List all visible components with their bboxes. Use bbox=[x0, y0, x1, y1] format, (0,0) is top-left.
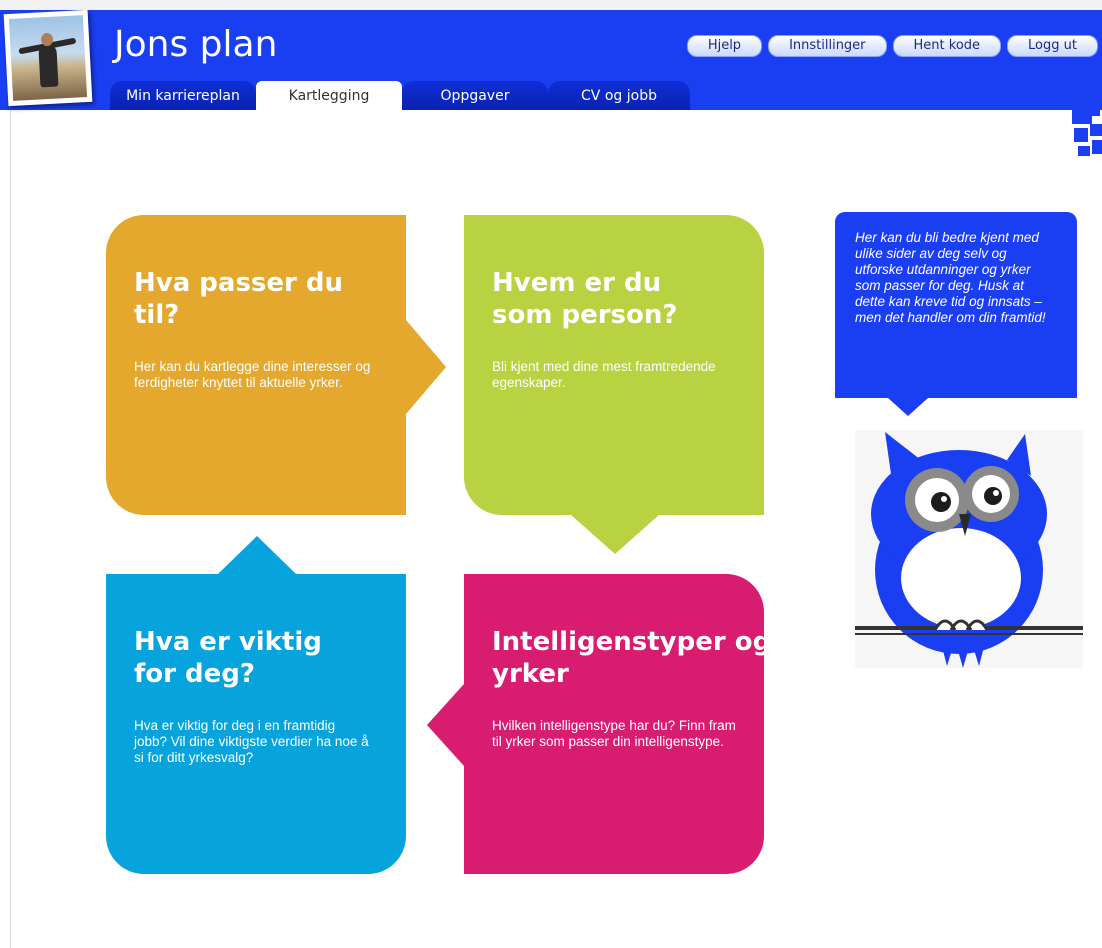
card-hva-er-viktig-for-deg[interactable]: Hva er viktig for deg? Hva er viktig for… bbox=[106, 574, 406, 874]
owl-mascot-icon bbox=[855, 430, 1083, 668]
card-text: Hvilken intelligenstype har du? Finn fra… bbox=[492, 718, 736, 749]
card-hvem-er-du-som-person[interactable]: Hvem er du som person? Bli kjent med din… bbox=[464, 215, 764, 515]
card-intelligenstyper-og-yrker[interactable]: Intelligenstyper og yrker Hvilken intell… bbox=[464, 574, 771, 874]
info-speech-bubble: Her kan du bli bedre kjent med ulike sid… bbox=[835, 212, 1077, 398]
card-title: Intelligenstyper og yrker bbox=[492, 627, 772, 689]
card-text: Bli kjent med dine mest framtredende ege… bbox=[492, 359, 716, 390]
info-text: Her kan du bli bedre kjent med ulike sid… bbox=[855, 230, 1046, 325]
card-hva-passer-du-til[interactable]: Hva passer du til? Her kan du kartlegge … bbox=[106, 215, 406, 515]
card-title: Hva er viktig for deg? bbox=[134, 627, 322, 689]
card-text: Her kan du kartlegge dine interesser og … bbox=[134, 359, 371, 390]
card-title: Hva passer du til? bbox=[134, 268, 344, 330]
card-text: Hva er viktig for deg i en framtidig job… bbox=[134, 718, 369, 765]
card-title: Hvem er du som person? bbox=[492, 268, 678, 330]
